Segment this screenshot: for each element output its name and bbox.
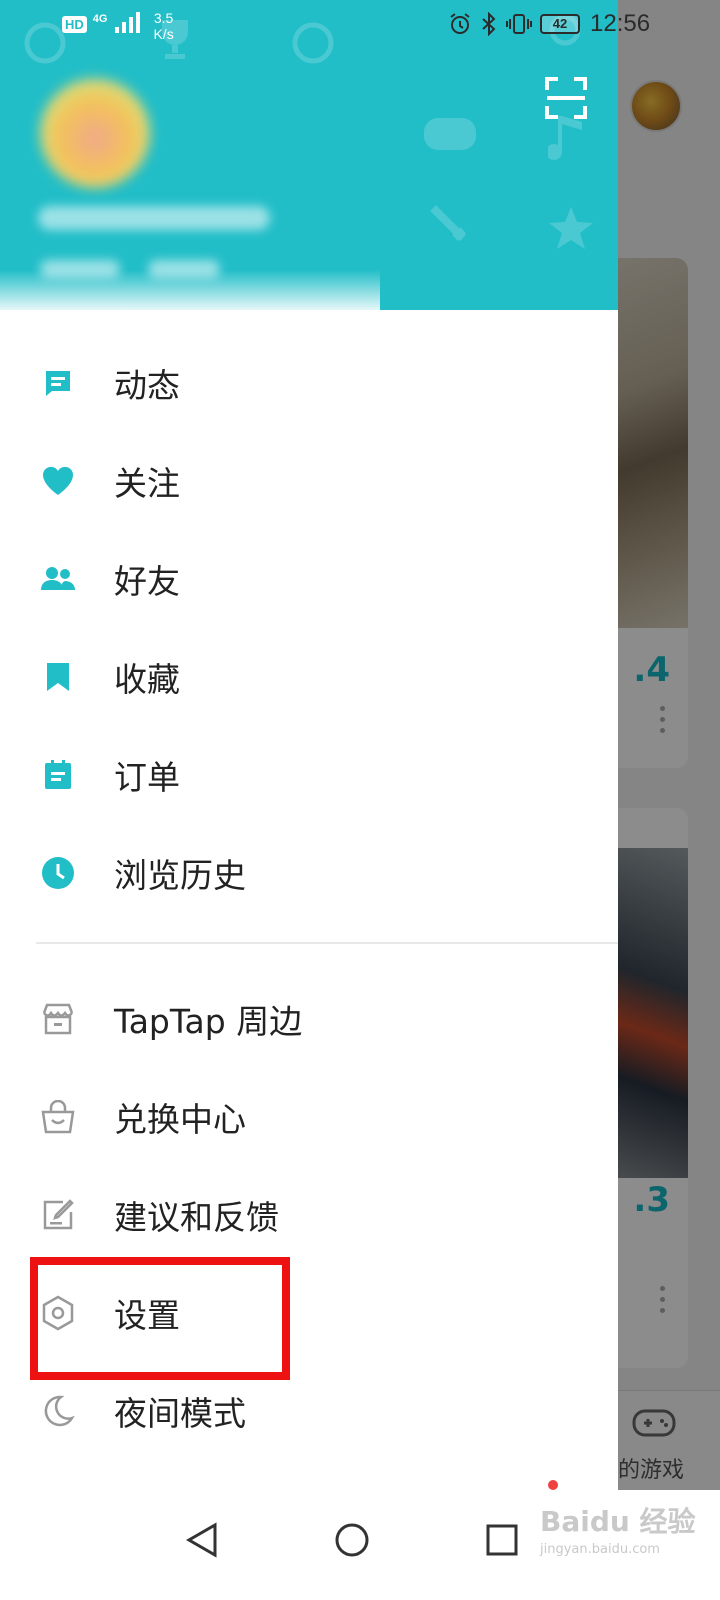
menu-item-label: 兑换中心 <box>114 1100 246 1139</box>
back-icon <box>185 1522 217 1558</box>
watermark: Baidu 经验 jingyan.baidu.com <box>540 1505 696 1557</box>
bag-icon <box>38 1097 78 1137</box>
home-button[interactable] <box>322 1510 382 1570</box>
network-speed: 3.5 K/s <box>153 10 174 42</box>
menu-item-following[interactable]: 关注 <box>0 438 618 524</box>
menu-item-label: 动态 <box>114 366 180 405</box>
store-icon <box>38 999 78 1039</box>
bluetooth-icon <box>482 12 496 36</box>
scan-icon[interactable] <box>544 76 588 120</box>
menu-item-label: TapTap 周边 <box>114 1002 303 1041</box>
recents-button[interactable] <box>472 1510 532 1570</box>
back-button[interactable] <box>172 1510 232 1570</box>
decor-sword-icon <box>430 205 466 241</box>
menu-item-label: 浏览历史 <box>114 856 246 895</box>
header-fade <box>0 270 380 330</box>
vibrate-icon <box>506 14 532 34</box>
heart-icon <box>38 461 78 501</box>
status-bar: HD 4G 3.5 K/s 42 12:56 <box>0 0 720 52</box>
menu-item-favorites[interactable]: 收藏 <box>0 634 618 720</box>
menu-item-label: 夜间模式 <box>114 1394 246 1433</box>
menu-item-orders[interactable]: 订单 <box>0 732 618 818</box>
notification-dot <box>548 1480 558 1490</box>
menu-item-label: 关注 <box>114 464 180 503</box>
menu-item-redeem[interactable]: 兑换中心 <box>0 1074 618 1160</box>
menu-item-label: 收藏 <box>114 660 180 699</box>
clock-icon <box>38 853 78 893</box>
alarm-icon <box>450 13 470 34</box>
highlight-annotation <box>30 1257 290 1380</box>
username-blurred <box>38 206 270 230</box>
menu-item-activity[interactable]: 动态 <box>0 340 618 426</box>
menu-item-night-mode[interactable]: 夜间模式 <box>0 1368 618 1454</box>
menu-item-label: 好友 <box>114 562 180 601</box>
decor-gamepad-icon <box>424 118 476 150</box>
home-icon <box>335 1523 369 1557</box>
bookmark-icon <box>38 657 78 697</box>
decor-star-icon <box>549 207 593 249</box>
recents-icon <box>486 1524 518 1556</box>
signal-icon <box>115 12 141 33</box>
clock-time: 12:56 <box>590 10 651 37</box>
menu-item-feedback[interactable]: 建议和反馈 <box>0 1172 618 1258</box>
edit-icon <box>38 1195 78 1235</box>
user-avatar[interactable] <box>40 78 150 188</box>
menu-item-label: 建议和反馈 <box>114 1198 279 1237</box>
menu-item-history[interactable]: 浏览历史 <box>0 830 618 916</box>
menu-item-friends[interactable]: 好友 <box>0 536 618 622</box>
menu-item-merch[interactable]: TapTap 周边 <box>0 976 618 1062</box>
friends-icon <box>38 559 78 599</box>
message-icon <box>38 363 78 403</box>
order-icon <box>38 755 78 795</box>
menu-divider <box>36 942 618 944</box>
network-type: 4G <box>92 13 108 25</box>
hd-badge: HD <box>62 16 87 33</box>
battery-icon: 42 <box>540 14 580 34</box>
moon-icon <box>38 1391 78 1431</box>
menu-item-label: 订单 <box>114 758 180 797</box>
navigation-drawer: 动态 关注 好友 收藏 订单 浏览历史 TapTap 周边 兑换中心 建议和反馈… <box>0 0 618 1490</box>
